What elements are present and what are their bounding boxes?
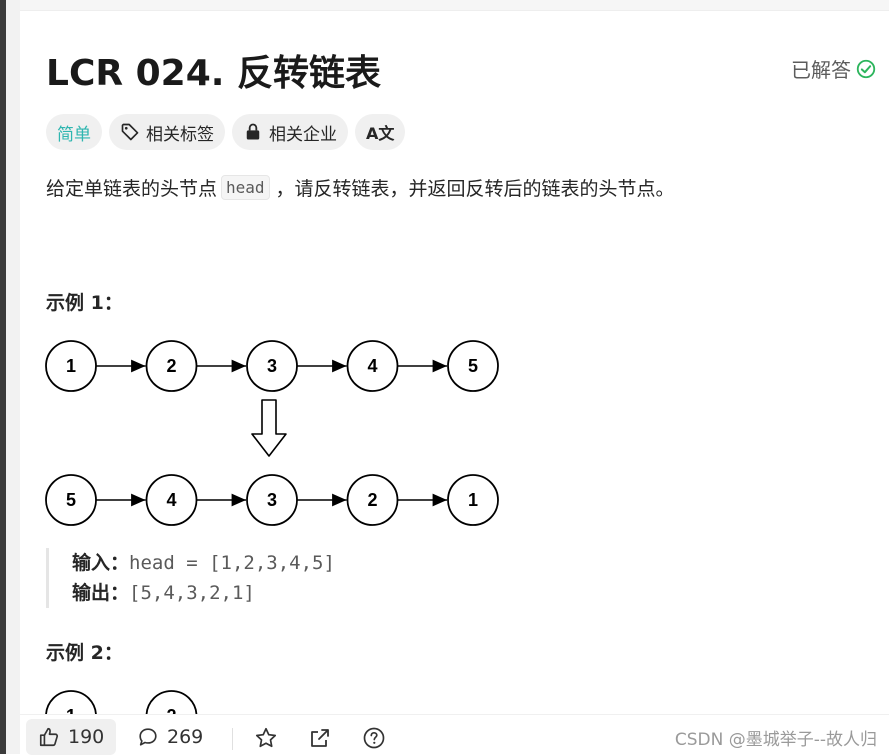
- list-node-value: 1: [66, 356, 76, 376]
- translate-button[interactable]: A文: [355, 114, 406, 150]
- tag-row: 简单 相关标签 相关企业 A文: [46, 114, 406, 150]
- top-strip: [20, 0, 889, 11]
- example2-title: 示例 2：: [46, 642, 123, 664]
- tag-icon: [121, 123, 139, 141]
- problem-title: LCR 024. 反转链表: [46, 53, 381, 94]
- like-count: 190: [68, 726, 105, 748]
- list-node-value: 1: [66, 706, 76, 714]
- watermark: CSDN @墨城举子--故人归: [674, 730, 877, 750]
- company-tags-label: 相关企业: [269, 124, 337, 145]
- example1-io: 输入：head = [1,2,3,4,5] 输出：[5,4,3,2,1]: [46, 548, 335, 608]
- example1-title: 示例 1：: [46, 292, 123, 314]
- list-node-value: 3: [267, 356, 277, 376]
- lock-icon: [246, 123, 260, 140]
- comment-icon: [139, 728, 157, 746]
- comment-count: 269: [167, 726, 204, 748]
- star-icon: [255, 727, 277, 748]
- thumbs-up-icon: [39, 727, 59, 747]
- example1-input-line: 输入：head = [1,2,3,4,5]: [72, 548, 335, 578]
- check-circle-icon: [856, 58, 876, 78]
- topic-tags-button[interactable]: 相关标签: [109, 114, 225, 150]
- list-node-value: 4: [166, 490, 176, 510]
- like-button[interactable]: 190: [26, 719, 117, 755]
- example1-diagram: 1 2 3 4 5 5 4 3 2 1: [45, 340, 499, 526]
- company-tags-button[interactable]: 相关企业: [232, 114, 348, 150]
- list-node-value: 5: [468, 356, 478, 376]
- list-node-value: 3: [267, 490, 277, 510]
- solved-label: 已解答: [791, 58, 851, 82]
- input-value: head = [1,2,3,4,5]: [129, 552, 335, 574]
- difficulty-label: 简单: [57, 124, 91, 145]
- list-node-value: 2: [166, 706, 176, 714]
- list-node-value: 2: [166, 356, 176, 376]
- problem-description: 给定单链表的头节点 head ，请反转链表，并返回反转后的链表的头节点。: [46, 174, 675, 201]
- divider: [232, 728, 233, 750]
- left-gutter: [6, 0, 20, 754]
- list-node-value: 2: [367, 490, 377, 510]
- difficulty-tag[interactable]: 简单: [46, 114, 102, 150]
- desc-text-before: 给定单链表的头节点: [46, 178, 218, 200]
- share-external-icon: [311, 729, 329, 747]
- down-arrow-icon: [251, 399, 287, 457]
- list-node-value: 1: [468, 490, 478, 510]
- solved-status: 已解答: [791, 54, 877, 83]
- topic-tags-label: 相关标签: [146, 124, 214, 145]
- list-node-value: 4: [367, 356, 377, 376]
- list-node-value: 5: [66, 490, 76, 510]
- input-label: 输入：: [72, 552, 130, 574]
- share-button[interactable]: [307, 725, 333, 751]
- comment-button[interactable]: 269: [137, 719, 203, 755]
- question-circle-icon: [363, 727, 385, 749]
- output-value: [5,4,3,2,1]: [129, 582, 255, 604]
- desc-text-after: ，请反转链表，并返回反转后的链表的头节点。: [275, 178, 675, 200]
- favorite-button[interactable]: [253, 725, 279, 751]
- help-button[interactable]: [361, 725, 387, 751]
- bottom-action-bar: 190 269 CSDN @墨城举子--故人归: [20, 714, 889, 755]
- output-label: 输出：: [72, 582, 130, 604]
- example1-output-line: 输出：[5,4,3,2,1]: [72, 578, 335, 608]
- desc-code-head: head: [221, 175, 270, 200]
- translate-icon: A文: [366, 124, 395, 143]
- example2-diagram-partial: 12: [45, 690, 198, 714]
